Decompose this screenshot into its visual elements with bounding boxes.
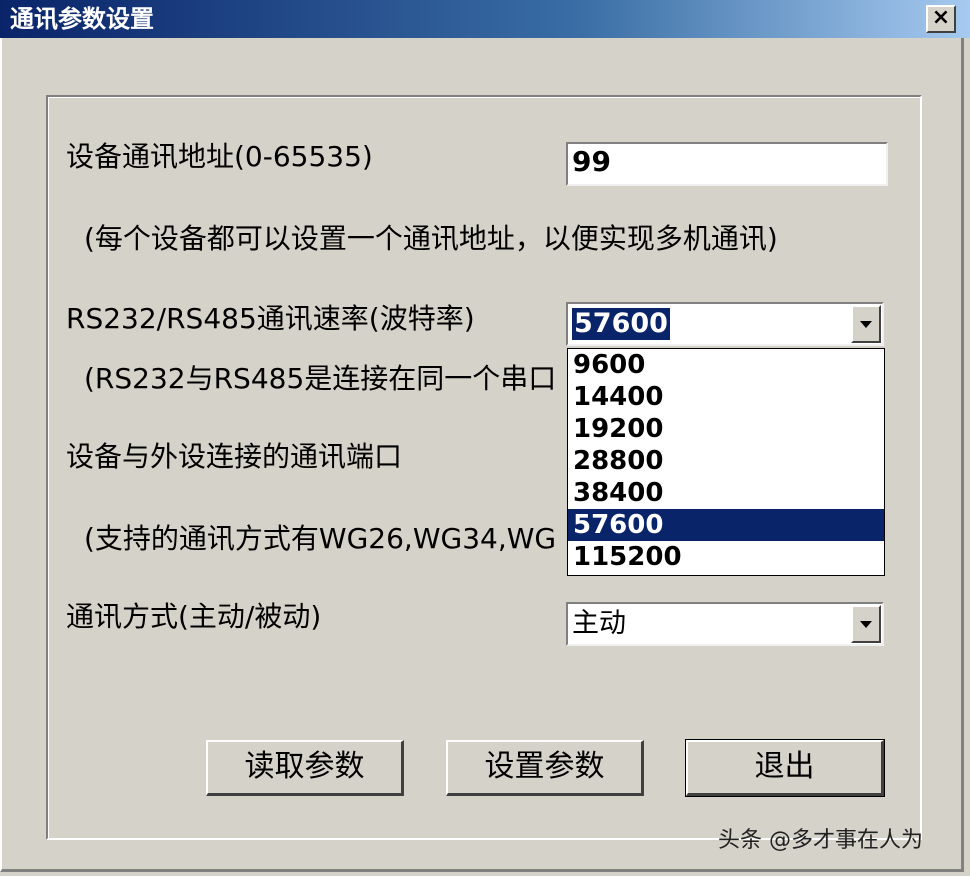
baud-selected-value: 57600	[572, 308, 670, 340]
port-label: 设备与外设连接的通讯端口	[66, 440, 403, 473]
watermark-text: 头条 @多才事在人为	[718, 828, 923, 853]
mode-select[interactable]: 主动	[566, 602, 884, 646]
close-button[interactable]: ×	[926, 5, 956, 33]
mode-label: 通讯方式(主动/被动)	[66, 600, 322, 633]
address-hint: (每个设备都可以设置一个通讯地址，以便实现多机通讯)	[84, 222, 778, 255]
baud-option-38400[interactable]: 38400	[568, 477, 884, 509]
baud-label: RS232/RS485通讯速率(波特率)	[66, 302, 475, 335]
window-title: 通讯参数设置	[10, 5, 154, 33]
port-hint: (支持的通讯方式有WG26,WG34,WG	[84, 522, 557, 555]
close-icon: ×	[931, 5, 951, 30]
set-params-button[interactable]: 设置参数	[446, 740, 644, 796]
address-input[interactable]: 99	[566, 142, 888, 186]
baud-option-28800[interactable]: 28800	[568, 445, 884, 477]
address-label: 设备通讯地址(0-65535)	[66, 140, 373, 173]
chevron-down-icon[interactable]	[851, 305, 881, 343]
mode-selected-value: 主动	[572, 608, 626, 639]
read-params-button[interactable]: 读取参数	[206, 740, 404, 796]
chevron-down-icon[interactable]	[851, 605, 881, 643]
baud-dropdown-list: 9600 14400 19200 28800 38400 57600 11520…	[567, 348, 885, 576]
title-bar: 通讯参数设置 ×	[0, 0, 970, 38]
baud-option-14400[interactable]: 14400	[568, 381, 884, 413]
baud-option-57600[interactable]: 57600	[568, 509, 884, 541]
exit-button[interactable]: 退出	[685, 739, 885, 797]
baud-option-115200[interactable]: 115200	[568, 541, 884, 573]
baud-option-9600[interactable]: 9600	[568, 349, 884, 381]
baud-select[interactable]: 57600	[566, 302, 884, 346]
baud-hint: (RS232与RS485是连接在同一个串口	[84, 362, 557, 395]
baud-option-19200[interactable]: 19200	[568, 413, 884, 445]
